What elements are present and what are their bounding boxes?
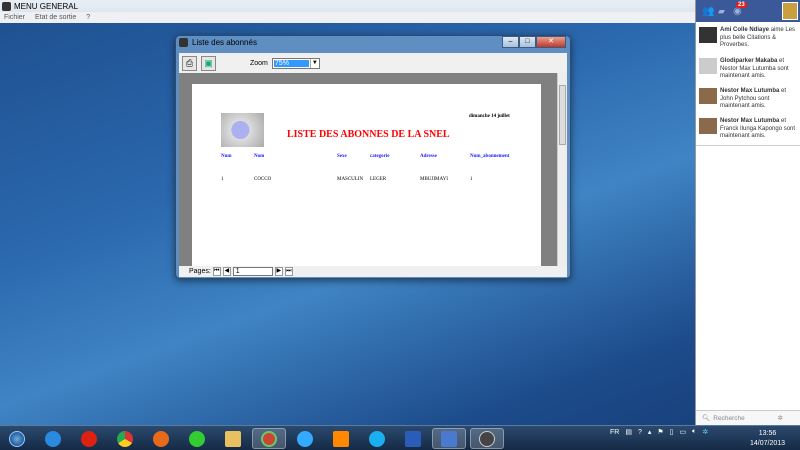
report-page: dimanche 14 juillet LISTE DES ABONNES DE…	[192, 84, 541, 266]
system-tray: FR ▤ ? ▴ ⚑ ▯ ▭ 🔈︎ ✲	[610, 428, 708, 436]
flag-icon[interactable]: ⚑	[657, 428, 663, 436]
notification-name: Glodiparker Makaba	[720, 58, 778, 64]
report-window-title: Liste des abonnés	[192, 38, 257, 47]
taskbar-firefox[interactable]	[144, 428, 178, 449]
start-button[interactable]	[0, 428, 34, 449]
menu-bar: Fichier Etat de sortie ?	[0, 12, 695, 23]
clock[interactable]: 13:56 14/07/2013	[750, 429, 785, 449]
taskbar-chrome[interactable]	[108, 428, 142, 449]
close-button[interactable]: ✕	[536, 36, 566, 48]
pages-navigation: Pages: ⏮ ◀ 1 ▶ ⏭	[179, 266, 567, 277]
power-icon[interactable]: ▯	[670, 428, 674, 436]
avatar	[699, 58, 717, 74]
list-item[interactable]: Glodiparker Makaba et Nestor Max Lutumba…	[699, 58, 799, 81]
facebook-search[interactable]: 🔍︎ Recherche ✲	[696, 410, 800, 425]
zoom-value: 75%	[273, 59, 309, 67]
notification-name: Nestor Max Lutumba	[720, 118, 780, 124]
table-cell: LEGER	[370, 177, 387, 182]
search-icon: 🔍︎	[702, 415, 711, 422]
taskbar-opera[interactable]	[72, 428, 106, 449]
taskbar: FR ▤ ? ▴ ⚑ ▯ ▭ 🔈︎ ✲ 13:56 14/07/2013	[0, 425, 800, 450]
avatar	[699, 118, 717, 134]
report-preview: dimanche 14 juillet LISTE DES ABONNES DE…	[179, 73, 567, 266]
taskbar-green-app[interactable]	[180, 428, 214, 449]
menu-etat-de-sortie[interactable]: Etat de sortie	[35, 14, 76, 21]
table-cell: MASCULIN	[337, 177, 364, 182]
column-header-sexe: Sexe	[337, 154, 347, 159]
zoom-label: Zoom	[250, 59, 268, 67]
table-cell: 1	[221, 177, 224, 182]
messages-icon[interactable]: ▰	[718, 6, 725, 17]
notification-name: Nestor Max Lutumba	[720, 88, 780, 94]
column-header-num: Num	[221, 154, 232, 159]
scroll-thumb[interactable]	[559, 85, 566, 145]
menu-fichier[interactable]: Fichier	[4, 14, 25, 21]
friends-icon[interactable]: 👥	[702, 6, 714, 17]
last-page-button[interactable]: ⏭	[284, 267, 293, 276]
column-header-categorie: categorie	[370, 154, 390, 159]
column-header-nom: Nom	[254, 154, 265, 159]
chevron-down-icon: ▼	[309, 58, 319, 68]
bluetooth-icon[interactable]: ✲	[702, 428, 708, 436]
divider	[696, 145, 800, 146]
maximize-button[interactable]: □	[519, 36, 536, 48]
notification-name: Ami Colle Ndiaye	[720, 27, 770, 33]
report-window-titlebar[interactable]: Liste des abonnés	[179, 38, 257, 47]
search-input[interactable]: Recherche	[713, 415, 744, 422]
page-input[interactable]: 1	[232, 267, 273, 276]
export-icon[interactable]: ▣	[201, 55, 216, 71]
zoom-select[interactable]: 75% ▼	[271, 57, 320, 69]
taskbar-media-player[interactable]	[288, 428, 322, 449]
first-page-button[interactable]: ⏮	[212, 267, 221, 276]
network-icon[interactable]: ▭	[680, 428, 687, 436]
report-date: dimanche 14 juillet	[469, 114, 510, 119]
column-header-adresse: Adresse	[420, 154, 437, 159]
taskbar-internet-explorer[interactable]	[36, 428, 70, 449]
print-icon[interactable]: ⎙	[182, 55, 197, 71]
facebook-header: 👥 ▰ ◉ 23	[696, 0, 800, 22]
app-icon	[179, 38, 188, 47]
tray-arrow-icon[interactable]: ▴	[648, 428, 652, 436]
window-controls: – □ ✕	[502, 36, 566, 48]
avatar	[699, 88, 717, 104]
taskbar-current-app[interactable]	[470, 428, 504, 449]
taskbar-word[interactable]	[396, 428, 430, 449]
prev-page-button[interactable]: ◀	[222, 267, 231, 276]
app-icon	[2, 1, 11, 11]
report-window: Liste des abonnés – □ ✕ ⎙ ▣ Zoom 75% ▼ d…	[175, 35, 571, 279]
pages-label: Pages:	[189, 268, 211, 275]
vertical-scrollbar[interactable]	[557, 73, 567, 266]
taskbar-app[interactable]	[252, 428, 286, 449]
clock-date: 14/07/2013	[750, 440, 786, 447]
taskbar-file-explorer[interactable]	[216, 428, 250, 449]
report-title: LISTE DES ABONNES DE LA SNEL	[287, 129, 450, 140]
facebook-sidebar: 👥 ▰ ◉ 23 Ami Colle Ndiaye aime Les plus …	[695, 0, 800, 425]
main-window-titlebar: MENU GENERAL	[0, 0, 695, 12]
list-item[interactable]: Nestor Max Lutumba et Franck Ilunga Kapo…	[699, 118, 799, 141]
tray-app-icon[interactable]: ▤	[625, 428, 632, 436]
avatar	[699, 27, 717, 43]
help-icon[interactable]: ?	[638, 429, 642, 436]
avatar[interactable]	[782, 2, 798, 20]
report-toolbar: ⎙ ▣ Zoom 75% ▼	[179, 53, 567, 73]
report-logo	[221, 113, 264, 147]
language-indicator[interactable]: FR	[610, 429, 619, 436]
main-window-title: MENU GENERAL	[14, 1, 79, 11]
column-header-num-abonnement: Num_abonnement	[470, 154, 510, 159]
menu-help[interactable]: ?	[86, 14, 90, 21]
volume-icon[interactable]: 🔈︎	[692, 428, 696, 436]
next-page-button[interactable]: ▶	[274, 267, 283, 276]
taskbar-skype[interactable]	[360, 428, 394, 449]
taskbar-vlc[interactable]	[324, 428, 358, 449]
taskbar-active-app[interactable]	[432, 428, 466, 449]
table-cell: 1	[470, 177, 473, 182]
table-cell: MBUJIMAYI	[420, 177, 448, 182]
list-item[interactable]: Nestor Max Lutumba et John Pytchou sont …	[699, 88, 799, 111]
table-cell: COCCO	[254, 177, 272, 182]
gear-icon[interactable]: ✲	[778, 414, 800, 422]
minimize-button[interactable]: –	[502, 36, 519, 48]
list-item[interactable]: Ami Colle Ndiaye aime Les plus belle Cit…	[699, 27, 799, 50]
clock-time: 13:56	[758, 430, 777, 437]
notification-badge: 23	[736, 2, 747, 8]
